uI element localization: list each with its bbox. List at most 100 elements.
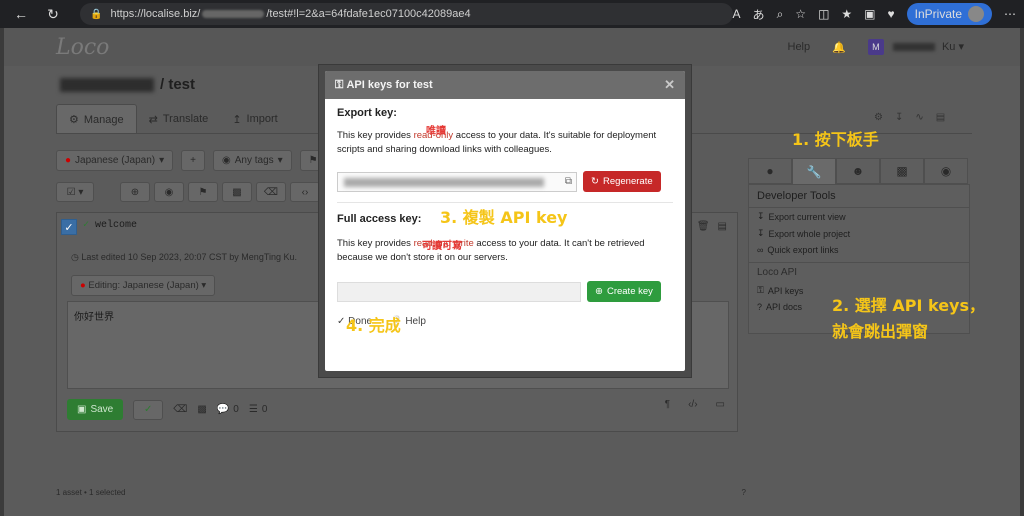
export-current-link[interactable]: ↧ Export current view	[749, 208, 969, 225]
annotation-step4: 4. 完成	[346, 316, 401, 335]
copy-icon[interactable]: ⧉	[565, 176, 572, 187]
user-menu[interactable]: M Ku ▾	[867, 39, 964, 55]
locale-select[interactable]: ● Japanese (Japan) ▾	[56, 150, 174, 171]
loco-api-section: Loco API	[749, 262, 969, 282]
user-name-redacted	[892, 43, 935, 52]
pilcrow-icon[interactable]: ¶	[665, 399, 670, 410]
preview-icon[interactable]: ▭	[716, 399, 725, 410]
asset-count: 1 asset • 1 selected	[56, 488, 126, 497]
eraser-icon[interactable]: ⌫	[173, 404, 187, 415]
modal-header: ⚿ API keys for test ✕	[325, 71, 685, 99]
regenerate-label: Regenerate	[602, 176, 653, 187]
split-screen-icon[interactable]: ◫	[818, 7, 829, 21]
code-button[interactable]: ‹›	[290, 182, 320, 202]
page-title: / test	[60, 76, 195, 93]
download-icon[interactable]: ↧	[895, 112, 903, 123]
robot-tab[interactable]: ▩	[880, 158, 924, 184]
tab-label: Translate	[162, 113, 209, 125]
user-suffix: Ku	[941, 41, 956, 53]
annotation-step3: 3. 複製 API key	[440, 208, 568, 227]
status-footer: 1 asset • 1 selected ?	[56, 488, 746, 497]
tab-import[interactable]: ↥ Import	[220, 104, 289, 134]
key-icon: ⚿	[757, 285, 764, 295]
settings-icon[interactable]: ⚙	[874, 112, 883, 123]
tab-label: Manage	[83, 113, 124, 126]
project-name: / test	[160, 76, 196, 93]
help-link[interactable]: Help	[788, 41, 811, 53]
zoom-icon[interactable]: ⌕	[777, 7, 784, 22]
inprivate-label: InPrivate	[914, 7, 962, 21]
read-aloud-icon[interactable]: A	[733, 7, 741, 21]
regenerate-button[interactable]: ↻ Regenerate	[583, 171, 661, 192]
full-key-field[interactable]	[337, 281, 581, 302]
link-label: Export whole project	[768, 228, 851, 239]
close-icon[interactable]: ✕	[664, 77, 675, 93]
tab-translate[interactable]: ⇄ Translate	[137, 104, 221, 134]
save-button[interactable]: ▣ Save	[67, 399, 124, 420]
export-project-link[interactable]: ↧ Export whole project	[749, 225, 969, 242]
rss-icon[interactable]: ∿	[915, 112, 923, 123]
export-text-a: This key provides	[337, 130, 414, 141]
comments-count[interactable]: 💬 0	[217, 404, 239, 415]
last-edited-text: Last edited 10 Sep 2023, 20:07 CST by Me…	[81, 252, 298, 262]
inprivate-badge[interactable]: InPrivate	[906, 3, 992, 25]
url-prefix: https://localise.biz/	[110, 8, 201, 20]
globe-tab[interactable]: ●	[748, 158, 792, 184]
tags-tab[interactable]: ◉	[924, 158, 968, 184]
create-key-button[interactable]: ⊕ Create key	[587, 281, 661, 302]
help-icon: ?	[757, 302, 763, 312]
back-arrow-icon[interactable]: ←	[8, 3, 34, 25]
editing-locale-select[interactable]: ● Editing: Japanese (Japan) ▾	[71, 275, 216, 296]
translate-icon[interactable]: あ	[753, 6, 765, 23]
annotation-readonly: 唯讀	[426, 126, 446, 137]
trash-icon[interactable]: 🗑	[697, 221, 710, 232]
code-icon[interactable]: ‹/›	[688, 399, 697, 410]
asset-key-text: welcome	[95, 219, 138, 231]
collections-icon[interactable]: ▣	[864, 7, 875, 21]
export-key-field[interactable]: ⧉	[337, 171, 577, 192]
favorites-icon[interactable]: ★	[841, 7, 852, 21]
dev-panel-tabs: ● 🔧 ☻ ▩ ◉	[748, 158, 968, 184]
translation-text: 你好世界	[74, 312, 114, 323]
url-suffix: /test#!l=2&a=64fdafe1ec07100c42089ae4	[266, 8, 471, 20]
upload-icon: ↥	[232, 113, 242, 126]
address-bar[interactable]: 🔒 https://localise.biz/ /test#!l=2&a=64f…	[80, 3, 733, 25]
asset-checkbox[interactable]: ✓	[61, 219, 77, 235]
stack-count[interactable]: ☰ 0	[249, 404, 268, 415]
flag-button[interactable]: ⚑	[188, 182, 218, 202]
project-owner-redacted	[60, 77, 154, 92]
key-icon: ⚿	[335, 78, 347, 91]
favorite-star-icon[interactable]: ☆	[795, 7, 806, 21]
check-icon: ✓	[83, 220, 90, 231]
approve-button[interactable]: ✓	[133, 399, 164, 420]
tab-manage[interactable]: ⚙ Manage	[56, 104, 137, 134]
stats-icon[interactable]: ▤	[936, 112, 945, 123]
quick-export-link[interactable]: ∞ Quick export links	[749, 242, 969, 258]
eraser-button[interactable]: ⌫	[256, 182, 286, 202]
tags-select[interactable]: ◉ Any tags ▾	[212, 150, 292, 171]
more-menu-icon[interactable]: ⋯	[1004, 7, 1016, 21]
robot-icon[interactable]: ▩	[197, 404, 206, 415]
health-icon[interactable]: ♥	[888, 7, 895, 21]
help-circle-icon[interactable]: ?	[742, 488, 746, 497]
select-all-checkbox[interactable]: ☑ ▾	[56, 182, 94, 202]
link-icon: ∞	[757, 245, 764, 255]
bell-icon[interactable]: 🔔	[832, 41, 846, 54]
avatar	[968, 6, 984, 22]
main-tabs: ⚙ Manage ⇄ Translate ↥ Import	[56, 104, 290, 134]
loco-logo[interactable]: Loco	[56, 35, 109, 60]
wrench-tab[interactable]: 🔧	[792, 158, 836, 184]
refresh-icon[interactable]: ↻	[40, 3, 66, 25]
chart-icon[interactable]: ▤	[718, 221, 727, 232]
help-label: Help	[405, 316, 426, 327]
last-edited: ◷ Last edited 10 Sep 2023, 20:07 CST by …	[71, 252, 298, 262]
modal-title: API keys for test	[346, 79, 433, 91]
annotation-step2-line2: 就會跳出彈窗	[832, 322, 929, 341]
robot-button[interactable]: ▩	[222, 182, 252, 202]
stack-value: 0	[261, 404, 268, 415]
add-locale-button[interactable]: +	[181, 150, 205, 171]
users-tab[interactable]: ☻	[836, 158, 880, 184]
add-asset-button[interactable]: ⊕	[120, 182, 150, 202]
refresh-icon: ↻	[591, 176, 599, 187]
tag-button[interactable]: ◉	[154, 182, 184, 202]
